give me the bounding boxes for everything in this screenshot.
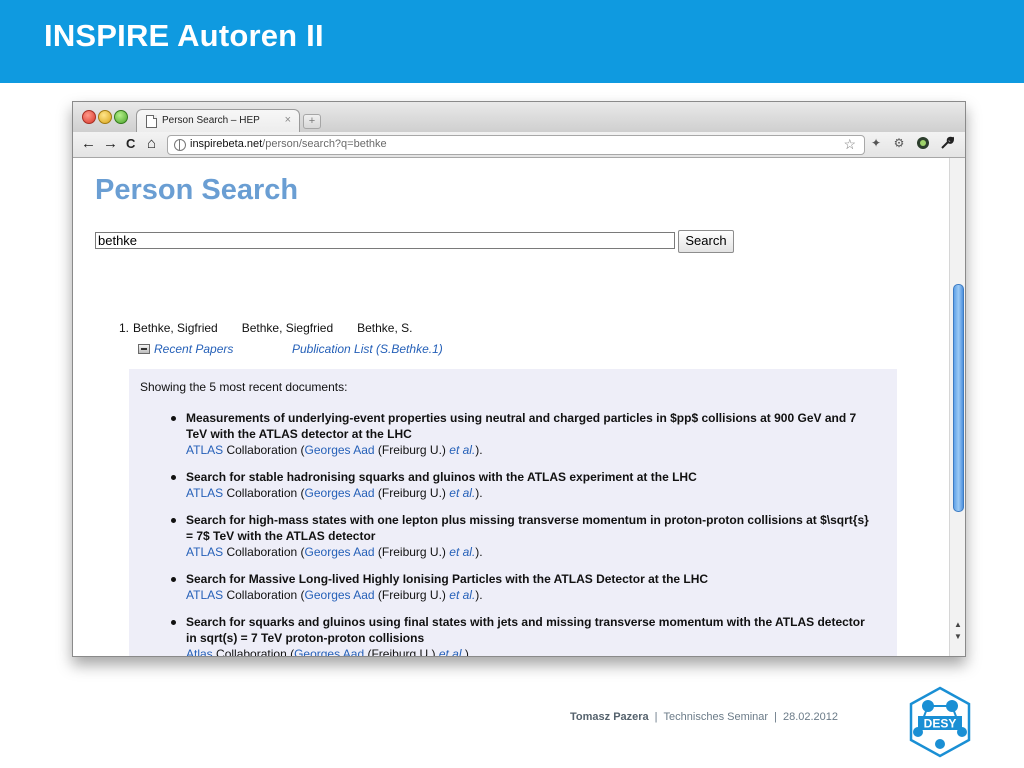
browser-titlebar: Person Search – HEP × + [73,102,965,133]
browser-toolbar: ← → C ⌂ inspirebeta.net/person/search?q=… [73,132,965,158]
search-button[interactable]: Search [678,230,734,253]
collaboration-link[interactable]: ATLAS [186,443,223,457]
document-title[interactable]: Search for Massive Long-lived Highly Ion… [186,571,871,587]
name-variant: Bethke, S. [357,321,413,335]
footer-event: Technisches Seminar [663,711,769,723]
forward-arrow-icon[interactable]: → [103,135,118,153]
result-name-variants: 1. Bethke, Sigfried Bethke, Siegfried Bethk… [119,321,437,335]
affiliation: (Freiburg U.) [377,588,446,602]
reload-icon[interactable]: C [126,135,135,153]
url-path: /person/search?q=bethke [262,138,387,150]
desy-logo: DESY [909,686,971,758]
closing: ). [475,588,483,602]
affiliation: (Freiburg U.) [377,443,446,457]
document-authors: ATLAS Collaboration (Georges Aad (Freibu… [186,442,483,458]
bookmark-star-icon[interactable]: ☆ [843,136,856,153]
extension-gear-icon[interactable]: ⚙ [892,136,906,150]
collaboration-link[interactable]: ATLAS [186,588,223,602]
affiliation: (Freiburg U.) [377,545,446,559]
home-icon[interactable]: ⌂ [147,135,156,153]
collaboration-link[interactable]: ATLAS [186,545,223,559]
document-authors: ATLAS Collaboration (Georges Aad (Freibu… [186,485,483,501]
page-viewport: Person Search bethke Search 1. Bethke, Si… [73,158,949,656]
bullet [171,416,176,421]
closing: ). [475,443,483,457]
et-al-link[interactable]: et al. [439,647,465,656]
affiliation: (Freiburg U.) [367,647,436,656]
document-title[interactable]: Search for stable hadronising squarks an… [186,469,871,485]
minimize-window-button[interactable] [98,110,112,124]
documents-count-text: Showing the 5 most recent documents: [140,380,348,394]
url-text: inspirebeta.net/person/search?q=bethke [190,138,387,150]
closing: ). [475,545,483,559]
page-icon [146,115,157,128]
extension-circle-icon[interactable] [916,136,930,150]
browser-window: Person Search – HEP × + ← → C ⌂ inspireb… [72,101,966,657]
scroll-down-icon[interactable]: ▼ [954,632,962,641]
recent-documents-panel: Showing the 5 most recent documents: Mea… [129,369,897,656]
collaboration-label: Collaboration ( [226,443,305,457]
author-link[interactable]: Georges Aad [305,486,375,500]
slide-title: INSPIRE Autoren II [44,18,324,53]
et-al-link[interactable]: et al. [449,486,475,500]
extension-puzzle-icon[interactable]: ✦ [869,136,883,150]
footer-separator: | [774,711,777,723]
et-al-link[interactable]: et al. [449,545,475,559]
document-title[interactable]: Search for squarks and gluinos using fin… [186,614,871,646]
result-index: 1. [119,321,130,335]
page-title: Person Search [95,174,299,206]
address-bar[interactable]: inspirebeta.net/person/search?q=bethke ☆ [167,135,865,155]
vertical-scrollbar[interactable]: ▲ ▼ [949,158,965,656]
document-authors: ATLAS Collaboration (Georges Aad (Freibu… [186,587,483,603]
footer-date: 28.02.2012 [782,711,839,723]
author-link[interactable]: Georges Aad [305,588,375,602]
back-arrow-icon[interactable]: ← [81,135,96,153]
et-al-link[interactable]: et al. [449,443,475,457]
publication-list-link[interactable]: Publication List (S.Bethke.1) [292,342,443,356]
recent-papers-link[interactable]: Recent Papers [154,342,233,356]
name-variant: Bethke, Siegfried [241,321,334,335]
url-host: inspirebeta.net [190,138,263,150]
collaboration-label: Collaboration ( [226,545,305,559]
wrench-icon[interactable] [940,136,955,150]
slide-footer: Tomasz Pazera | Technisches Seminar | 28.02.… [570,711,838,723]
scroll-up-icon[interactable]: ▲ [954,620,962,629]
tab-title: Person Search – HEP [162,115,260,126]
collaboration-link[interactable]: ATLAS [186,486,223,500]
closing: ). [475,486,483,500]
et-al-link[interactable]: et al. [449,588,475,602]
bullet [171,518,176,523]
collaboration-label: Collaboration ( [226,588,305,602]
globe-icon [174,139,186,151]
new-tab-button[interactable]: + [303,114,321,129]
collaboration-link[interactable]: Atlas [186,647,213,656]
document-authors: ATLAS Collaboration (Georges Aad (Freibu… [186,544,483,560]
desy-logo-text: DESY [924,717,957,731]
collaboration-label: Collaboration ( [226,486,305,500]
bullet [171,475,176,480]
document-title[interactable]: Measurements of underlying-event propert… [186,410,871,442]
footer-separator: | [654,711,658,723]
collaboration-label: Collaboration ( [216,647,295,656]
slide-header: INSPIRE Autoren II [0,0,1024,83]
search-input[interactable]: bethke [95,232,675,249]
closing: ). [464,647,473,656]
bullet [171,620,176,625]
document-title[interactable]: Search for high-mass states with one lep… [186,512,871,544]
browser-tab[interactable]: Person Search – HEP × [136,109,300,133]
bullet [171,577,176,582]
close-window-button[interactable] [82,110,96,124]
tab-close-icon[interactable]: × [285,114,291,126]
document-authors: Atlas Collaboration (Georges Aad (Freibu… [186,646,472,656]
author-link[interactable]: Georges Aad [305,443,375,457]
collapse-minus-icon[interactable] [138,344,150,354]
affiliation: (Freiburg U.) [377,486,446,500]
author-link[interactable]: Georges Aad [305,545,375,559]
author-link[interactable]: Georges Aad [294,647,364,656]
name-variant: Bethke, Sigfried [133,321,218,335]
zoom-window-button[interactable] [114,110,128,124]
footer-author: Tomasz Pazera [570,711,649,723]
scrollbar-thumb[interactable] [953,284,964,512]
